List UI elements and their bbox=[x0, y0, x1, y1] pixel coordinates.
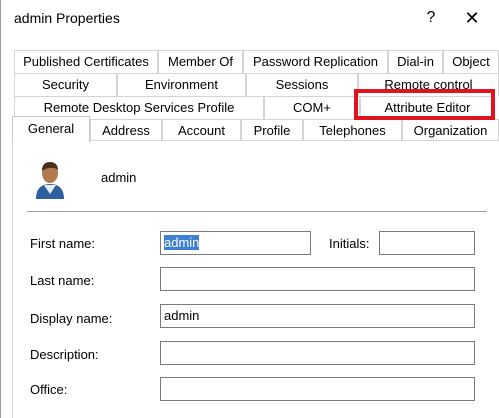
first-name-value: admin bbox=[164, 235, 200, 250]
window-border bbox=[0, 0, 1, 418]
first-name-field[interactable]: admin bbox=[160, 231, 311, 255]
tab-profile[interactable]: Profile bbox=[241, 119, 303, 142]
tab-environment[interactable]: Environment bbox=[117, 73, 246, 96]
initials-label: Initials: bbox=[329, 236, 370, 251]
last-name-field[interactable] bbox=[160, 267, 475, 291]
window-title: admin Properties bbox=[14, 10, 120, 26]
tab-object[interactable]: Object bbox=[443, 50, 499, 73]
office-label: Office: bbox=[30, 382, 68, 397]
tab-general[interactable]: General bbox=[12, 116, 90, 142]
last-name-label: Last name: bbox=[30, 273, 95, 288]
divider bbox=[27, 211, 487, 212]
office-field[interactable] bbox=[160, 377, 475, 401]
tab-organization[interactable]: Organization bbox=[402, 119, 499, 142]
help-button[interactable]: ? bbox=[417, 4, 445, 32]
tab-published-certificates[interactable]: Published Certificates bbox=[14, 50, 158, 73]
tab-account[interactable]: Account bbox=[162, 119, 241, 142]
tab-dial-in[interactable]: Dial-in bbox=[388, 50, 443, 73]
initials-field[interactable] bbox=[379, 231, 475, 255]
tab-com-plus[interactable]: COM+ bbox=[264, 96, 360, 119]
close-button[interactable]: ✕ bbox=[450, 4, 494, 32]
user-display-label: admin bbox=[101, 170, 137, 185]
tab-password-replication[interactable]: Password Replication bbox=[243, 50, 388, 73]
display-name-field[interactable]: admin bbox=[160, 304, 475, 328]
display-name-label: Display name: bbox=[30, 311, 113, 326]
user-icon bbox=[36, 162, 64, 199]
tab-telephones[interactable]: Telephones bbox=[303, 119, 402, 142]
title-bar: admin Properties ? ✕ bbox=[1, 0, 499, 37]
first-name-label: First name: bbox=[30, 236, 96, 251]
tab-member-of[interactable]: Member Of bbox=[158, 50, 243, 73]
description-label: Description: bbox=[30, 347, 99, 362]
tab-sessions[interactable]: Sessions bbox=[246, 73, 358, 96]
tab-remote-control[interactable]: Remote control bbox=[358, 73, 499, 96]
tab-attribute-editor[interactable]: Attribute Editor bbox=[360, 96, 495, 119]
description-field[interactable] bbox=[160, 341, 475, 365]
tab-security[interactable]: Security bbox=[14, 73, 117, 96]
tab-address[interactable]: Address bbox=[90, 119, 162, 142]
